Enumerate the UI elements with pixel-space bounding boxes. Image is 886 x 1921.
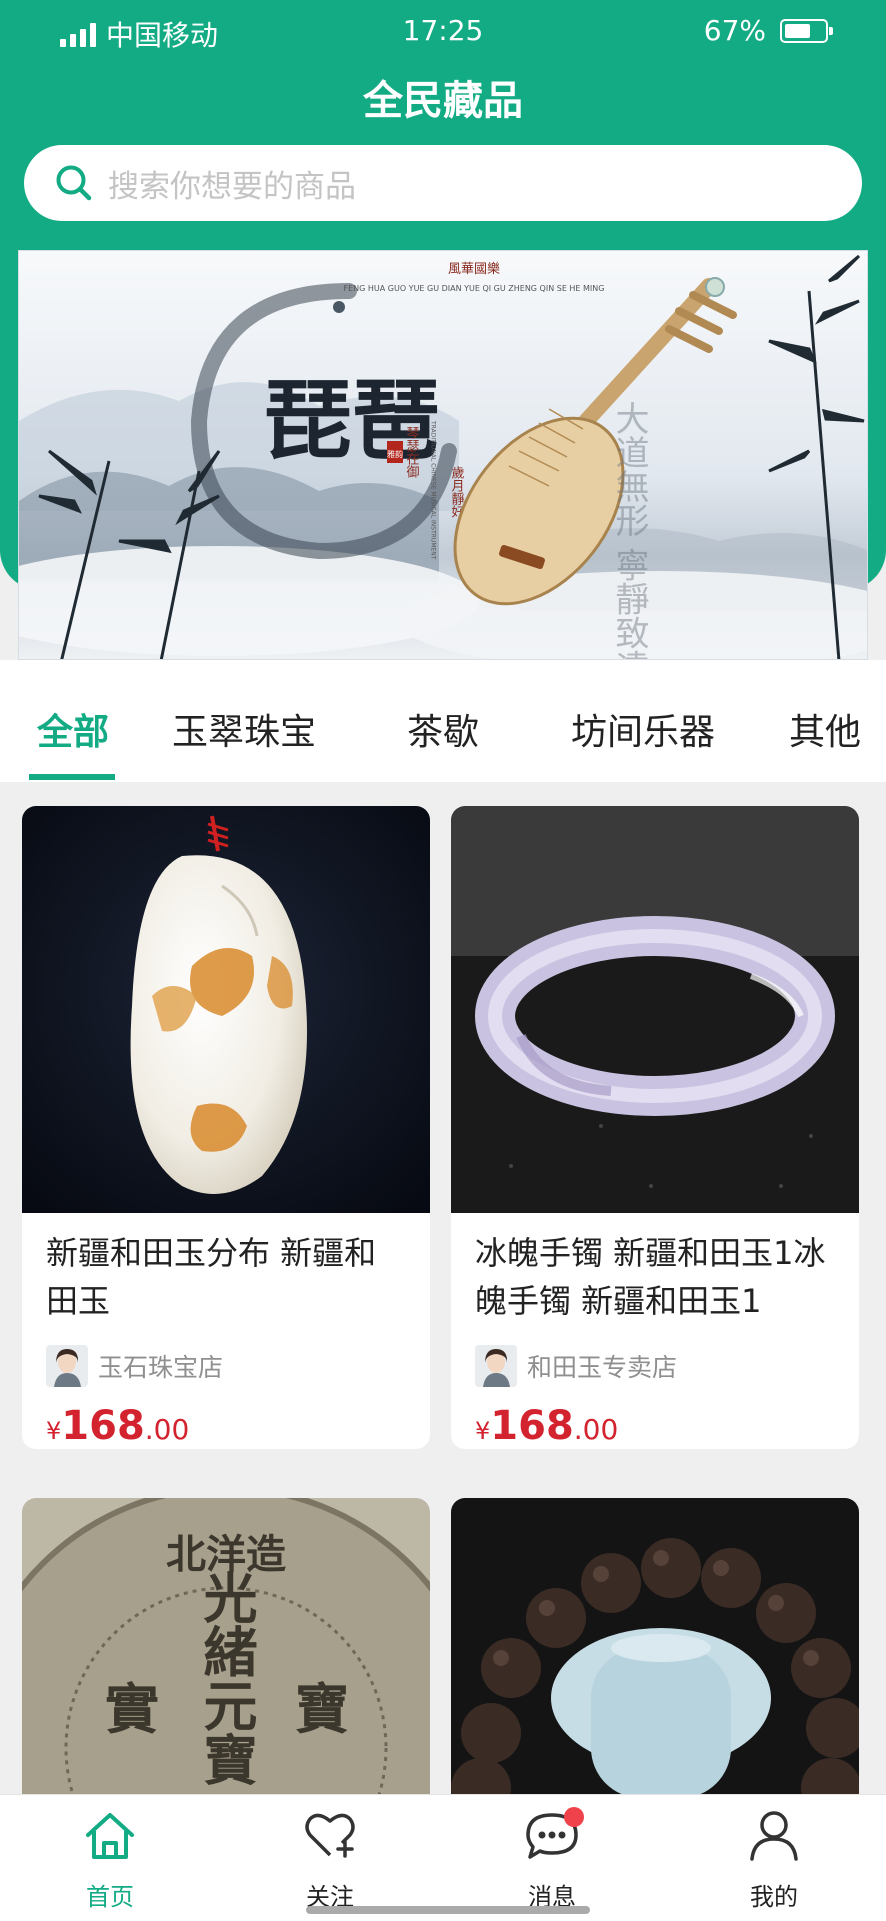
- search-placeholder: 搜索你想要的商品: [108, 168, 356, 205]
- tabbar-home-label: 首页: [86, 1883, 134, 1911]
- notification-badge: [564, 1807, 584, 1827]
- shop-avatar: [46, 1345, 88, 1387]
- price-integer: 168: [61, 1403, 145, 1449]
- price-integer: 168: [490, 1403, 574, 1449]
- product-price: ¥168.00: [46, 1403, 430, 1449]
- category-tabs: 全部 玉翠珠宝 茶歇 坊间乐器 其他: [0, 660, 886, 782]
- banner-seal: 雅韵: [387, 449, 403, 459]
- chat-icon: [526, 1807, 584, 1859]
- shop-avatar: [475, 1345, 517, 1387]
- price-decimal: .00: [573, 1413, 619, 1446]
- page-title: 全民藏品: [363, 78, 523, 124]
- shop-info[interactable]: 和田玉专卖店: [475, 1345, 859, 1387]
- product-image-silver-coin: 北洋造 光緒元寶 實 寶: [22, 1498, 430, 1794]
- heart-plus-icon: [305, 1813, 355, 1858]
- price-currency: ¥: [46, 1417, 62, 1445]
- tab-tea[interactable]: 茶歇: [407, 703, 479, 755]
- product-card[interactable]: 新疆和田玉分布 新疆和田玉 玉石珠宝店 ¥168.00: [22, 806, 430, 1449]
- banner-top-text: 風華國樂: [448, 261, 500, 277]
- user-icon: [750, 1811, 798, 1861]
- banner-romanization: FENG HUA GUO YUE GU DIAN YUE QI GU ZHENG…: [344, 284, 605, 293]
- banner-side-line1: 琴瑟在御: [404, 426, 420, 478]
- product-image-jade-pendant: [22, 806, 430, 1213]
- coin-left-text: 實: [105, 1677, 159, 1741]
- product-image-bead-bracelet: [451, 1498, 859, 1794]
- promo-banner[interactable]: 風華國樂 FENG HUA GUO YUE GU DIAN YUE QI GU …: [18, 250, 868, 660]
- product-card[interactable]: 北洋造 光緒元寶 實 寶: [22, 1498, 430, 1794]
- search-input[interactable]: 搜索你想要的商品: [24, 145, 862, 221]
- product-card[interactable]: 冰魄手镯 新疆和田玉1冰魄手镯 新疆和田玉1 和田玉专卖店 ¥168.00: [451, 806, 859, 1449]
- home-indicator[interactable]: [306, 1906, 590, 1914]
- tab-instruments[interactable]: 坊间乐器: [571, 703, 715, 755]
- battery-icon: [780, 18, 833, 43]
- shop-name: 玉石珠宝店: [98, 1353, 224, 1382]
- tabbar-profile[interactable]: 我的: [694, 1795, 854, 1921]
- status-bar: 中国移动 17:25 67%: [0, 0, 886, 64]
- bottom-tab-bar: 首页 关注 消息 我的: [0, 1794, 886, 1921]
- status-right: 67%: [703, 14, 833, 47]
- battery-fill: [785, 23, 810, 38]
- tabbar-home[interactable]: 首页: [30, 1795, 190, 1921]
- product-price: ¥168.00: [475, 1403, 859, 1449]
- banner-calligraphy: 大道無形 寧靜致遠: [609, 401, 649, 660]
- tabbar-messages[interactable]: 消息: [472, 1795, 632, 1921]
- tab-other[interactable]: 其他: [789, 703, 861, 755]
- tabbar-profile-label: 我的: [750, 1883, 798, 1911]
- tab-all[interactable]: 全部: [37, 703, 109, 755]
- coin-center-text: 光緒元寶: [194, 1570, 258, 1786]
- active-tab-indicator: [29, 774, 115, 780]
- shop-name: 和田玉专卖店: [527, 1353, 678, 1382]
- product-image-jade-bangle: [451, 806, 859, 1213]
- tabbar-follow[interactable]: 关注: [250, 1795, 410, 1921]
- product-title: 新疆和田玉分布 新疆和田玉: [46, 1234, 377, 1320]
- coin-right-text: 寶: [295, 1677, 349, 1741]
- product-card[interactable]: [451, 1498, 859, 1794]
- price-decimal: .00: [144, 1413, 190, 1446]
- shop-info[interactable]: 玉石珠宝店: [46, 1345, 430, 1387]
- tab-jade-jewelry[interactable]: 玉翠珠宝: [172, 703, 316, 755]
- product-title: 冰魄手镯 新疆和田玉1冰魄手镯 新疆和田玉1: [475, 1234, 826, 1320]
- battery-percent: 67%: [703, 14, 766, 47]
- banner-artwork: 風華國樂 FENG HUA GUO YUE GU DIAN YUE QI GU …: [19, 254, 867, 660]
- home-icon: [86, 1813, 134, 1859]
- price-currency: ¥: [475, 1417, 491, 1445]
- search-icon: [56, 165, 92, 201]
- banner-side-english: TRADITIONAL CHINESE MUSICAL INSTRUMENT: [430, 420, 437, 560]
